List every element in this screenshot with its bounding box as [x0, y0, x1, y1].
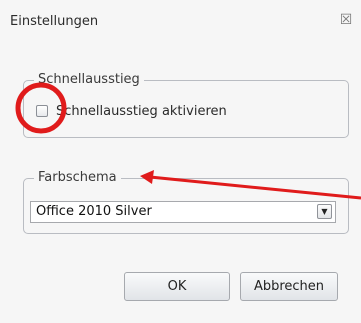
quick-exit-checkbox-label[interactable]: Schnellausstieg aktivieren	[56, 104, 227, 119]
color-scheme-value: Office 2010 Silver	[36, 204, 152, 219]
cancel-button[interactable]: Abbrechen	[240, 272, 338, 301]
settings-dialog: Einstellungen ☒ Schnellausstieg Schnella…	[0, 0, 361, 323]
quick-exit-legend: Schnellausstieg	[34, 72, 144, 88]
color-scheme-group: Farbschema Office 2010 Silver ▼	[23, 170, 349, 234]
quick-exit-group: Schnellausstieg Schnellausstieg aktivier…	[23, 72, 349, 138]
dialog-title: Einstellungen	[10, 14, 99, 29]
dropdown-arrow-icon[interactable]: ▼	[317, 204, 332, 219]
color-scheme-select[interactable]: Office 2010 Silver ▼	[30, 201, 336, 223]
quick-exit-checkbox[interactable]	[36, 105, 48, 117]
quick-exit-checkbox-row[interactable]: Schnellausstieg aktivieren	[36, 103, 227, 119]
color-scheme-legend: Farbschema	[34, 170, 121, 186]
close-icon[interactable]: ☒	[338, 12, 354, 28]
ok-button[interactable]: OK	[124, 272, 230, 301]
